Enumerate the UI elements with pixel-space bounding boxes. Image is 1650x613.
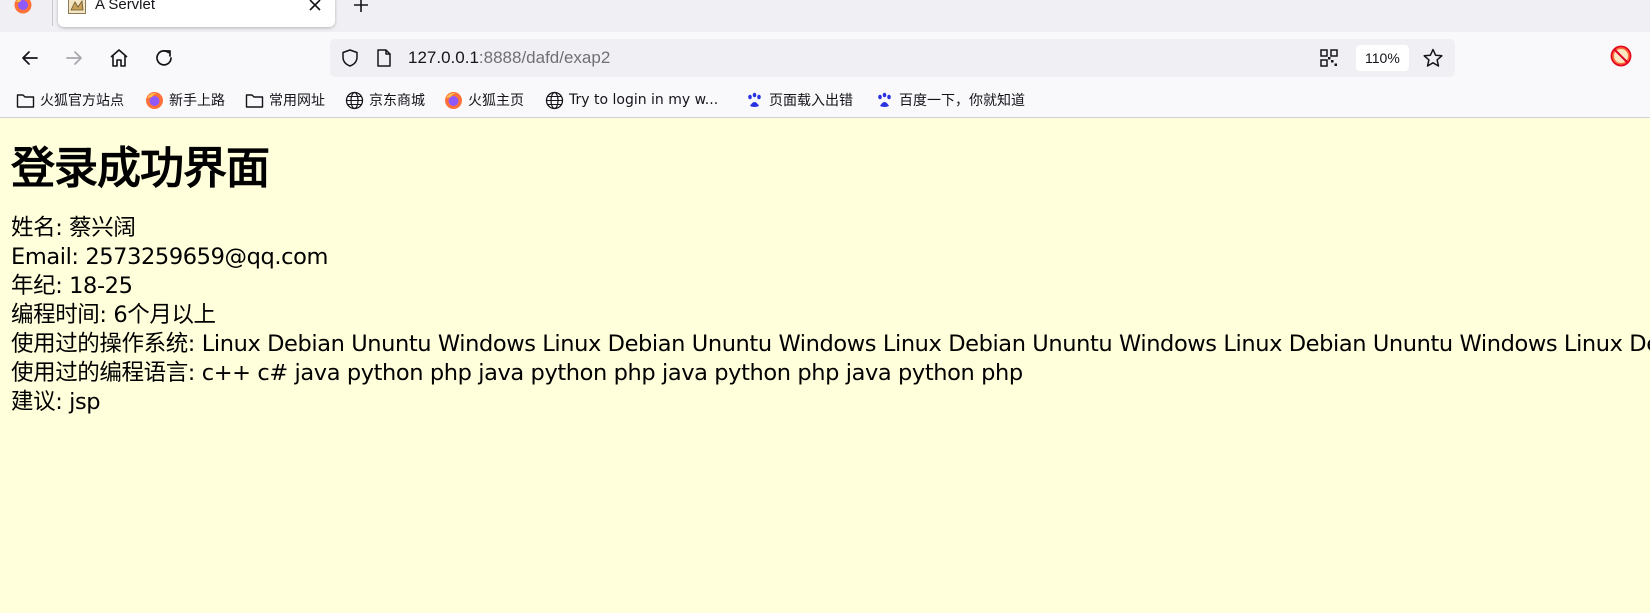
tab-separator bbox=[52, 0, 53, 26]
navigation-toolbar: 127.0.0.1:8888/dafd/exap2 110% bbox=[0, 34, 1650, 82]
firefox-icon bbox=[445, 91, 462, 109]
forward-arrow-icon bbox=[66, 51, 82, 65]
page-content: 登录成功界面 姓名: 蔡兴阔 Email: 2573259659@qq.com … bbox=[0, 118, 1650, 613]
baidu-paw-icon bbox=[748, 92, 761, 107]
bookmark-label: 火狐官方站点 bbox=[40, 93, 124, 109]
back-arrow-icon bbox=[22, 51, 38, 65]
firefox-icon[interactable] bbox=[14, 0, 32, 14]
bookmark-jd-mall[interactable]: 京东商城 bbox=[345, 88, 425, 112]
url-path: :8888/dafd/exap2 bbox=[478, 48, 611, 67]
bookmark-folder-common-sites[interactable]: 常用网址 bbox=[245, 88, 325, 112]
user-info: 姓名: 蔡兴阔 Email: 2573259659@qq.com 年纪: 18-… bbox=[11, 214, 1650, 417]
bookmark-label: 常用网址 bbox=[269, 93, 325, 109]
zoom-level-button[interactable]: 110% bbox=[1356, 45, 1409, 71]
bookmark-folder-firefox-official[interactable]: 火狐官方站点 bbox=[16, 88, 124, 112]
bookmark-getting-started[interactable]: 新手上路 bbox=[145, 88, 225, 112]
tab-a-servlet[interactable]: A Servlet bbox=[58, 0, 335, 27]
bookmark-label: 页面载入出错 bbox=[769, 93, 853, 109]
url-text[interactable]: 127.0.0.1:8888/dafd/exap2 bbox=[408, 48, 610, 68]
info-line-name: 姓名: 蔡兴阔 bbox=[11, 215, 136, 241]
reload-icon bbox=[156, 50, 172, 66]
close-icon[interactable] bbox=[304, 0, 326, 16]
tab-strip: A Servlet bbox=[0, 0, 1650, 32]
account-avatar-icon[interactable] bbox=[1609, 44, 1633, 68]
folder-icon bbox=[16, 93, 35, 108]
home-icon bbox=[110, 49, 128, 67]
globe-icon bbox=[545, 91, 564, 109]
info-line-programming-time: 编程时间: 6个月以上 bbox=[11, 302, 216, 328]
folder-icon bbox=[245, 93, 264, 108]
globe-icon bbox=[345, 91, 364, 109]
home-button[interactable] bbox=[105, 44, 133, 72]
browser-chrome: A Servlet 127.0.0.1:8888/dafd/exap2 110%… bbox=[0, 0, 1650, 118]
bookmark-try-to-login[interactable]: Try to login in my w... bbox=[545, 88, 718, 112]
info-line-suggestion: 建议: jsp bbox=[11, 389, 101, 415]
page-heading: 登录成功界面 bbox=[11, 143, 270, 194]
bookmark-firefox-home[interactable]: 火狐主页 bbox=[444, 88, 524, 112]
address-bar[interactable]: 127.0.0.1:8888/dafd/exap2 110% bbox=[330, 39, 1455, 77]
bookmark-page-load-error[interactable]: 页面载入出错 bbox=[745, 88, 853, 112]
tomcat-favicon-icon bbox=[68, 0, 86, 14]
info-line-email: Email: 2573259659@qq.com bbox=[11, 244, 328, 270]
bookmark-label: 新手上路 bbox=[169, 93, 225, 109]
url-host: 127.0.0.1 bbox=[408, 48, 479, 67]
shield-icon[interactable] bbox=[340, 48, 360, 68]
bookmark-label: 京东商城 bbox=[369, 93, 425, 109]
bookmarks-toolbar: 火狐官方站点 新手上路 常用网址 京东商城 火狐主页 Try to login … bbox=[0, 86, 1650, 114]
plus-icon[interactable] bbox=[350, 0, 372, 16]
reload-button[interactable] bbox=[150, 44, 178, 72]
bookmark-label: 火狐主页 bbox=[468, 93, 524, 109]
info-line-operating-systems: 使用过的操作系统: Linux Debian Ununtu Windows Li… bbox=[11, 331, 1650, 357]
bookmark-baidu[interactable]: 百度一下，你就知道 bbox=[875, 88, 1025, 112]
info-line-age: 年纪: 18-25 bbox=[11, 273, 133, 299]
bookmark-label: Try to login in my w... bbox=[569, 92, 719, 108]
bookmark-label: 百度一下，你就知道 bbox=[899, 93, 1025, 109]
page-info-icon[interactable] bbox=[375, 48, 393, 68]
firefox-icon bbox=[146, 91, 163, 109]
forward-button[interactable] bbox=[60, 44, 88, 72]
back-button[interactable] bbox=[16, 44, 44, 72]
baidu-paw-icon bbox=[878, 92, 891, 107]
tab-title: A Servlet bbox=[95, 0, 156, 13]
bookmark-star-icon[interactable] bbox=[1422, 47, 1444, 69]
qr-code-icon[interactable] bbox=[1319, 48, 1339, 68]
info-line-languages: 使用过的编程语言: c++ c# java python php java py… bbox=[11, 360, 1023, 386]
